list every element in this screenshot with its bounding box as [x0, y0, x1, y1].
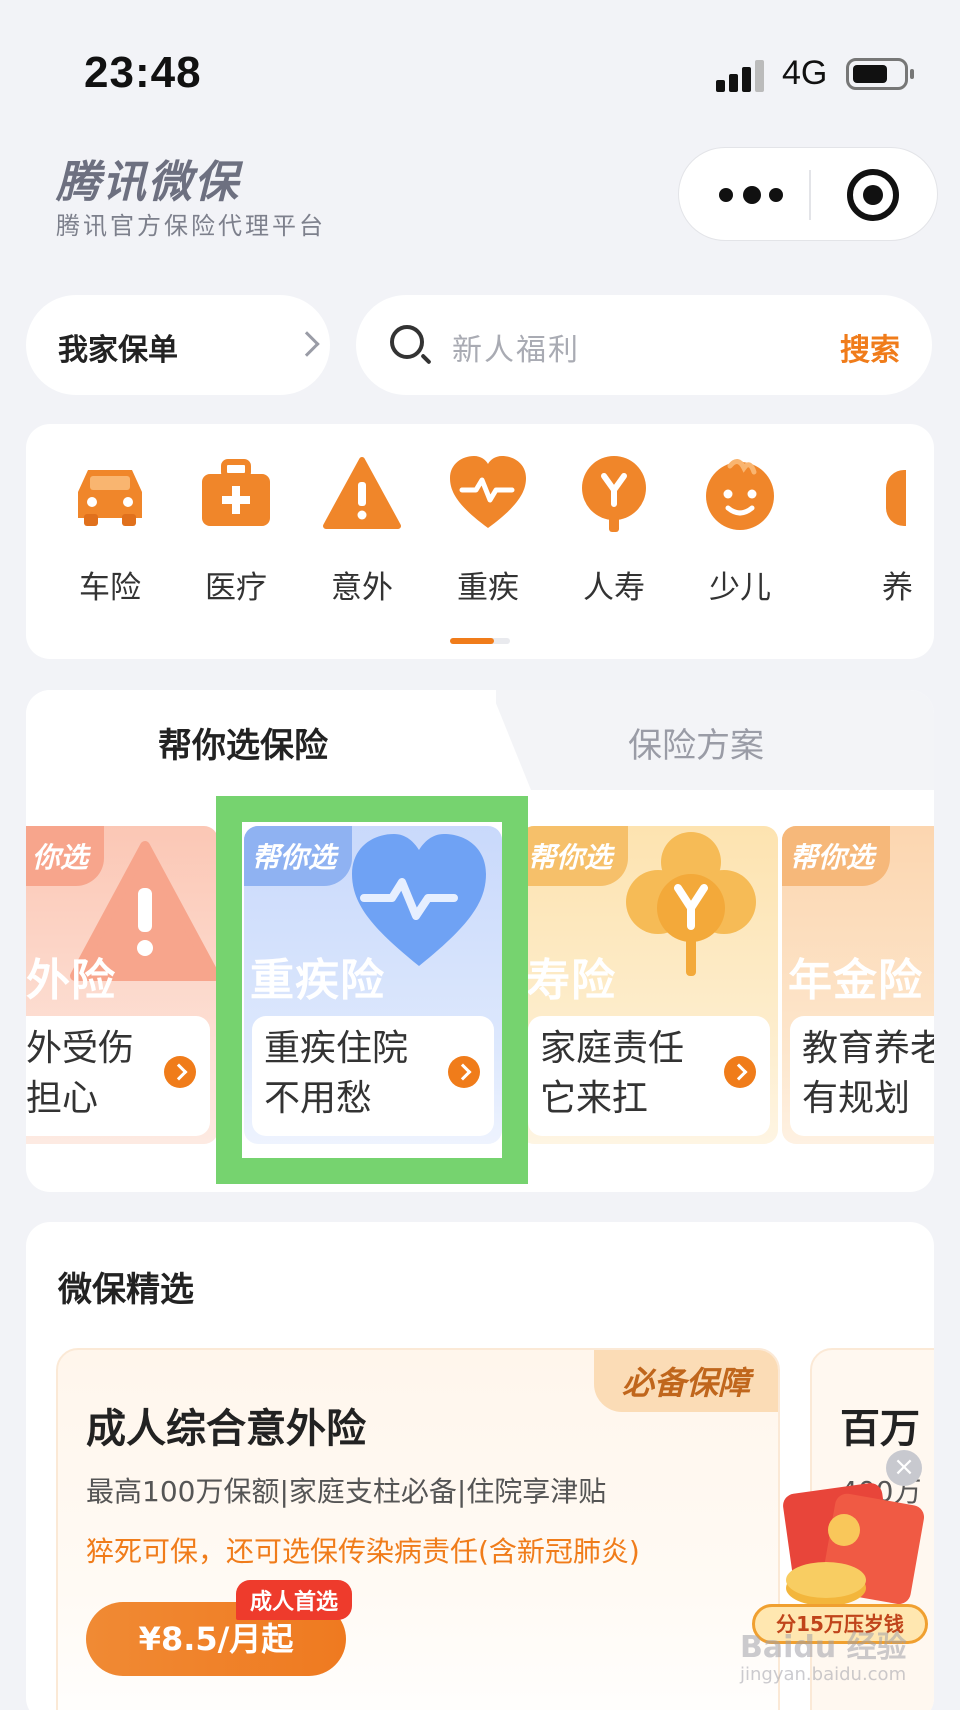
category-label: 意外: [331, 570, 393, 606]
helper-card-name: 寿险: [526, 955, 616, 1006]
my-policy-label: 我家保单: [58, 333, 178, 368]
more-icon[interactable]: [719, 184, 799, 206]
arrow-right-icon: [164, 1056, 196, 1088]
close-icon[interactable]: ×: [886, 1450, 922, 1486]
helper-card-name: 外险: [26, 955, 116, 1006]
brand-title: 腾讯微保: [56, 157, 240, 208]
helper-card-annuity[interactable]: 帮你选 年金险 教育养老 有规划: [782, 826, 934, 1144]
category-medical[interactable]: 医疗: [176, 454, 296, 607]
helper-card-desc: 家庭责任 它来扛: [540, 1028, 685, 1119]
category-label: 车险: [79, 570, 141, 606]
helper-card-body: 教育养老 有规划: [790, 1016, 934, 1136]
category-label: 人寿: [583, 570, 645, 606]
product-name: 成人综合意外险: [86, 1406, 366, 1452]
network-label: 4G: [782, 54, 828, 92]
product-card[interactable]: 必备保障 成人综合意外险 最高100万保额|家庭支柱必备|住院享津贴 猝死可保，…: [56, 1348, 780, 1710]
category-accident[interactable]: 意外: [302, 454, 422, 607]
arrow-right-icon: [724, 1056, 756, 1088]
warning-icon: [322, 454, 402, 534]
my-policy-button[interactable]: 我家保单: [26, 295, 330, 395]
car-icon: [70, 454, 150, 534]
price-badge: 成人首选: [236, 1580, 353, 1620]
category-scroll-indicator: [450, 638, 510, 644]
watermark-logo: Baidu 经验: [740, 1630, 907, 1665]
search-button[interactable]: 搜索: [840, 325, 900, 369]
battery-icon: [846, 58, 914, 90]
product-highlight: 猝死可保，还可选保传染病责任(含新冠肺炎): [86, 1535, 640, 1568]
helper-card-life[interactable]: 帮你选 寿险 家庭责任 它来扛: [520, 826, 778, 1144]
highlight-box: [216, 796, 528, 1184]
category-card: 车险 医疗 意外 重疾 人寿 少儿 养: [26, 424, 934, 659]
category-life[interactable]: 人寿: [554, 454, 674, 607]
category-label: 养: [882, 570, 913, 606]
product-desc: 最高100万保额|家庭支柱必备|住院享津贴: [86, 1475, 607, 1508]
helper-card-accident[interactable]: 你选 外险 外受伤 担心: [26, 826, 218, 1144]
tab-plans-label: 保险方案: [628, 726, 764, 766]
category-car[interactable]: 车险: [50, 454, 170, 607]
helper-card-tag: 帮你选: [520, 826, 629, 886]
medical-kit-icon: [196, 454, 276, 534]
heart-pulse-icon: [448, 454, 528, 534]
search-icon: [390, 325, 424, 359]
helper-card-tag: 帮你选: [782, 826, 891, 886]
partial-icon: [826, 454, 934, 534]
helper-card-name: 年金险: [788, 955, 923, 1006]
helper-card-body: 外受伤 担心: [26, 1016, 210, 1136]
category-critical-illness[interactable]: 重疾: [428, 454, 548, 607]
category-children[interactable]: 少儿: [680, 454, 800, 607]
category-pension[interactable]: 养: [806, 454, 934, 607]
category-label: 重疾: [457, 570, 519, 606]
close-miniapp-icon[interactable]: [847, 169, 899, 221]
signal-icon: [716, 60, 766, 92]
helper-card-desc: 教育养老 有规划: [802, 1028, 934, 1119]
helper-card-body: 家庭责任 它来扛: [528, 1016, 770, 1136]
tab-help-choose-label: 帮你选保险: [158, 726, 328, 766]
miniapp-capsule: [678, 147, 938, 241]
product-name: 百万: [840, 1406, 920, 1452]
status-time: 23:48: [84, 48, 202, 97]
capsule-divider: [809, 170, 811, 220]
baby-face-icon: [700, 454, 780, 534]
featured-title: 微保精选: [58, 1270, 194, 1310]
helper-card-tag: 你选: [26, 826, 105, 886]
watermark-url: jingyan.baidu.com: [740, 1664, 907, 1685]
category-label: 少儿: [709, 570, 771, 606]
product-badge: 必备保障: [593, 1350, 778, 1412]
category-label: 医疗: [205, 570, 267, 606]
chevron-right-icon: [294, 331, 320, 357]
tree-icon: [626, 832, 756, 976]
brand-subtitle: 腾讯官方保险代理平台: [56, 212, 326, 240]
search-input[interactable]: 新人福利: [452, 325, 580, 369]
tree-icon: [574, 454, 654, 534]
search-bar[interactable]: 新人福利 搜索: [356, 295, 932, 395]
